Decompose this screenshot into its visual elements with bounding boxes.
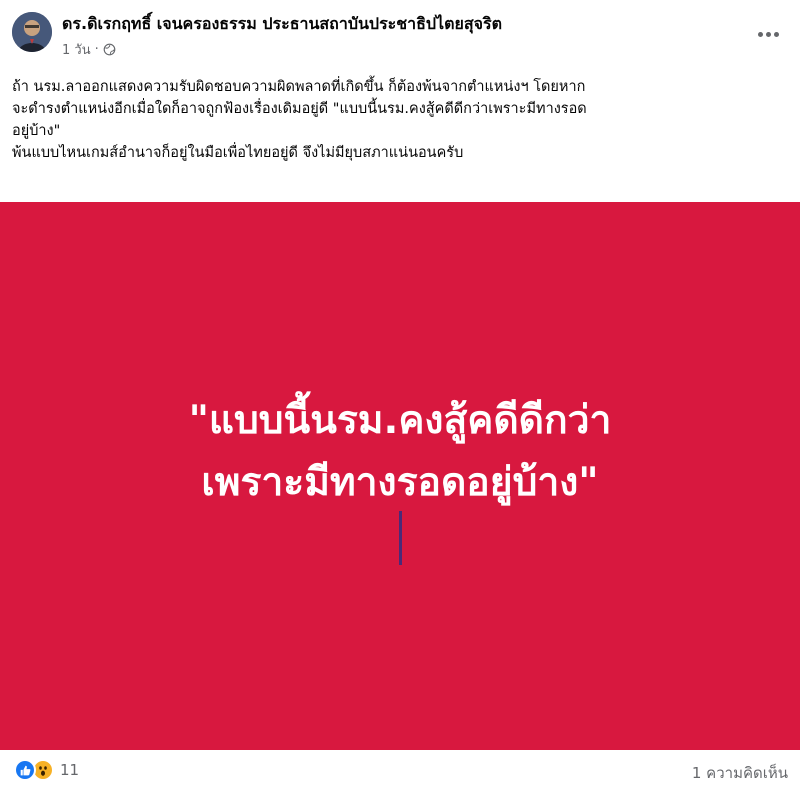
reaction-count: 11	[60, 761, 80, 779]
globe-icon	[103, 43, 116, 56]
reactions-summary[interactable]: 11	[14, 759, 79, 781]
meta-separator: ·	[94, 42, 99, 57]
like-icon	[14, 759, 36, 781]
post-header: ดร.ดิเรกฤทธิ์ เจนครองธรรม ประธานสถาบันปร…	[0, 0, 800, 70]
image-quote: "แบบนี้นรม.คงสู้คดีดีกว่า เพราะมีทางรอดอ…	[0, 390, 800, 514]
avatar-image	[12, 12, 52, 52]
post-text-line: พ้นแบบไหนเกมส์อำนาจก็อยู่ในมือเพื่อไทยอย…	[12, 145, 464, 161]
comment-count[interactable]: 1 ความคิดเห็น	[692, 761, 788, 785]
post-text-line: ถ้า นรม.ลาออกแสดงความรับผิดชอบความผิดพลา…	[12, 79, 586, 95]
quote-line: "แบบนี้นรม.คงสู้คดีดีกว่า	[188, 398, 612, 443]
quote-line: เพราะมีทางรอดอยู่บ้าง"	[201, 460, 599, 505]
post-text-line: จะดำรงตำแหน่งอีกเมื่อใดก็อาจถูกฟ้องเรื่อ…	[12, 101, 587, 117]
dot	[757, 31, 763, 37]
text-cursor	[399, 511, 402, 565]
post-image[interactable]: "แบบนี้นรม.คงสู้คดีดีกว่า เพราะมีทางรอดอ…	[0, 202, 800, 750]
avatar[interactable]	[12, 12, 52, 52]
dot	[773, 31, 779, 37]
post-text-line: อยู่บ้าง"	[12, 123, 61, 139]
post-timestamp[interactable]: 1 วัน	[62, 39, 91, 60]
more-options-icon[interactable]	[750, 20, 786, 48]
post-footer: 11 1 ความคิดเห็น	[0, 750, 800, 792]
post-meta: 1 วัน ·	[62, 39, 116, 60]
post-text: ถ้า นรม.ลาออกแสดงความรับผิดชอบความผิดพลา…	[12, 76, 788, 164]
author-name[interactable]: ดร.ดิเรกฤทธิ์ เจนครองธรรม ประธานสถาบันปร…	[62, 12, 502, 37]
dot	[765, 31, 771, 37]
